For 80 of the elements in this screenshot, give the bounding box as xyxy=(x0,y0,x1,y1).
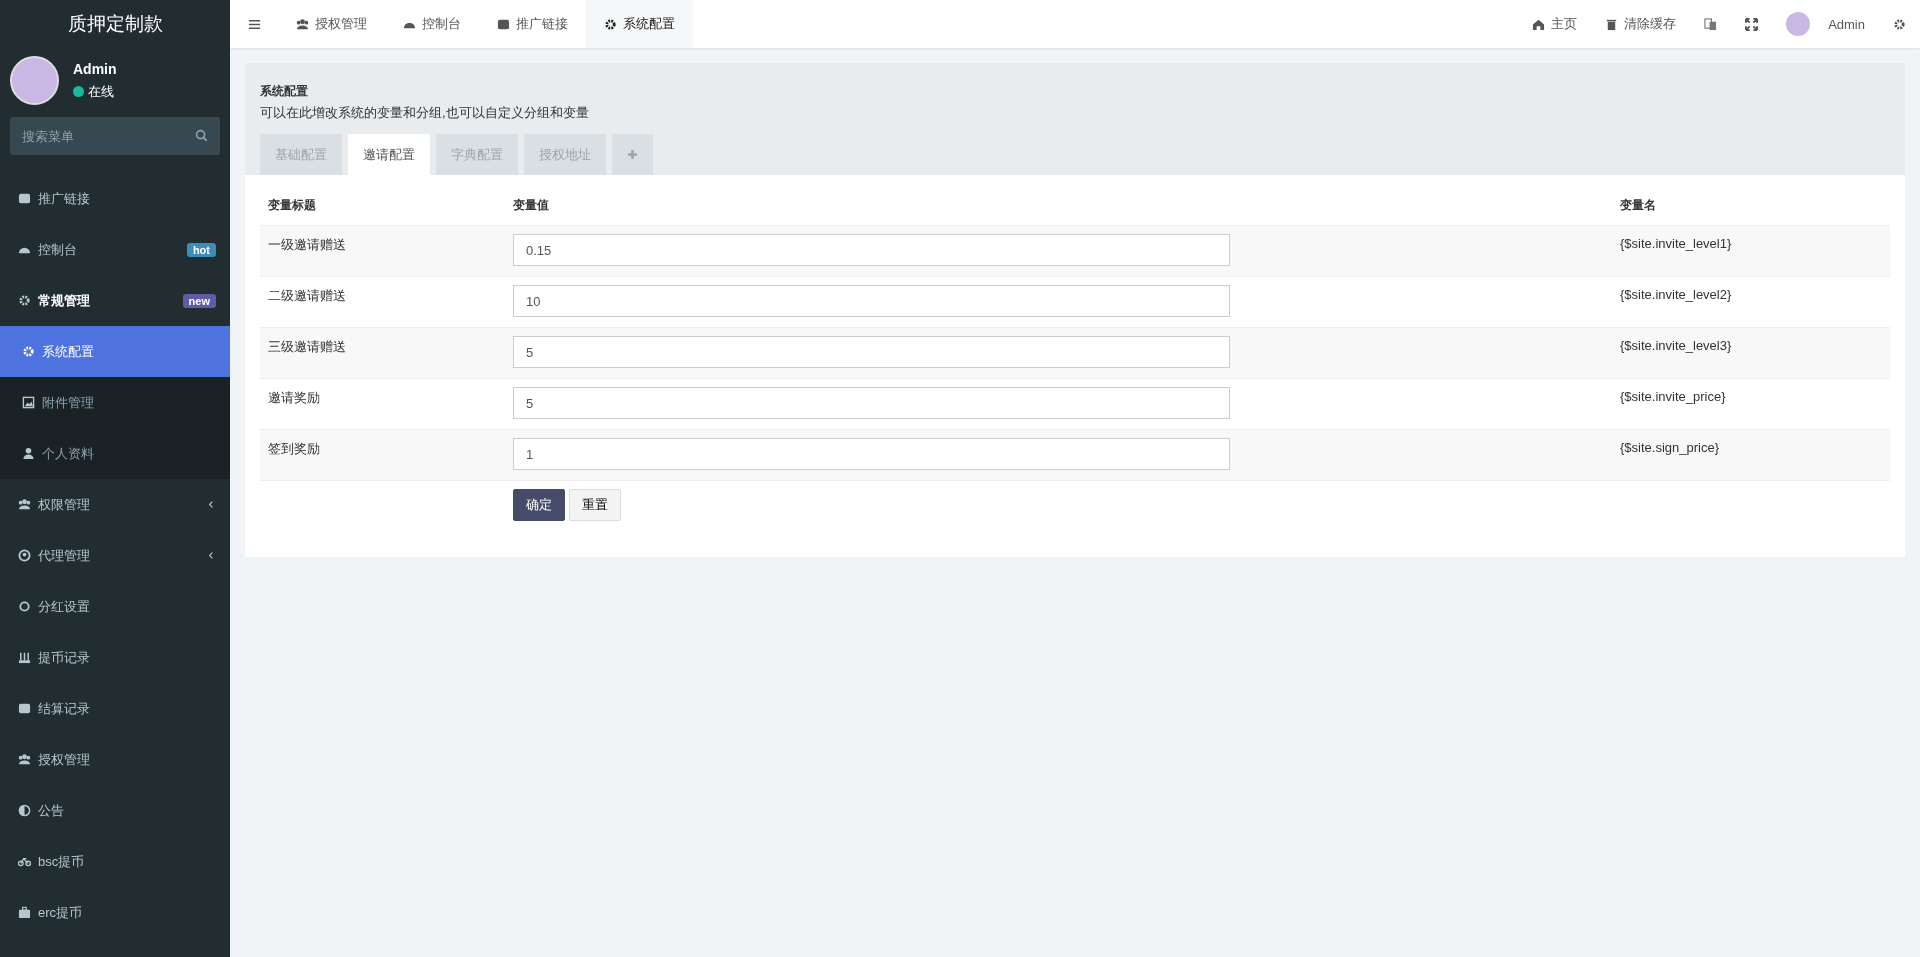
home-link[interactable]: 主页 xyxy=(1518,15,1592,33)
sidebar-item[interactable]: 系统配置 xyxy=(0,326,230,377)
value-field[interactable]: 0.15 xyxy=(513,234,1230,266)
avatar[interactable] xyxy=(1786,12,1811,36)
card-icon xyxy=(497,17,510,31)
user-circle-icon xyxy=(18,549,31,562)
fullscreen-icon xyxy=(1745,17,1759,31)
user-icon xyxy=(22,447,35,460)
nav-tab[interactable]: 授权管理 xyxy=(278,0,385,48)
avatar xyxy=(10,56,59,105)
sidebar-item[interactable]: 推广链接 xyxy=(0,173,230,224)
add-tab-button[interactable] xyxy=(612,134,653,175)
sidebar-item[interactable]: erc提币 xyxy=(0,887,230,938)
variable-title: 一级邀请赠送 xyxy=(268,236,347,254)
sidebar-item[interactable]: 附件管理 xyxy=(0,377,230,428)
gear-icon xyxy=(604,17,617,31)
panel-title: 系统配置 xyxy=(260,83,309,100)
sidebar-item[interactable]: 结算记录 xyxy=(0,683,230,734)
half-icon xyxy=(18,804,31,817)
sidebar-item[interactable]: 权限管理 xyxy=(0,479,230,530)
column-header: 变量值 xyxy=(513,196,550,214)
value-field[interactable]: 5 xyxy=(513,336,1230,368)
variable-title: 邀请奖励 xyxy=(268,389,321,407)
column-header: 变量标题 xyxy=(268,196,317,214)
clear-cache-link[interactable]: 清除缓存 xyxy=(1591,15,1691,33)
bars-icon xyxy=(18,651,31,664)
home-icon xyxy=(1532,17,1546,31)
brand-title: 质押定制款 xyxy=(66,12,164,36)
users-icon xyxy=(18,498,31,511)
variable-title: 签到奖励 xyxy=(268,440,321,458)
user-status: 在线 xyxy=(88,82,114,101)
variable-title: 三级邀请赠送 xyxy=(268,338,347,356)
trash-icon xyxy=(1605,17,1619,31)
menu-badge: hot xyxy=(186,242,216,257)
nav-tab[interactable]: 推广链接 xyxy=(479,0,586,48)
search-field[interactable]: 搜索菜单 xyxy=(10,117,220,155)
sidebar-item[interactable]: 提币记录 xyxy=(0,632,230,683)
sidebar-item[interactable]: 常规管理 new xyxy=(0,275,230,326)
reset-button[interactable]: 重置 xyxy=(569,489,621,521)
ring-icon xyxy=(18,600,31,613)
config-tab[interactable]: 邀请配置 xyxy=(348,134,430,175)
variable-name: {$site.invite_level2} xyxy=(1619,286,1733,302)
user-menu[interactable]: Admin xyxy=(1814,16,1879,32)
gear-icon xyxy=(1893,17,1906,31)
card-icon xyxy=(18,702,31,715)
variable-name: {$site.invite_level3} xyxy=(1619,337,1733,353)
image-icon xyxy=(22,396,35,409)
sidebar-item[interactable]: 分红设置 xyxy=(0,581,230,632)
variable-name: {$site.invite_level1} xyxy=(1619,235,1733,251)
variable-name: {$site.invite_price} xyxy=(1619,388,1727,404)
users-icon xyxy=(18,753,31,766)
variable-name: {$site.sign_price} xyxy=(1619,439,1720,455)
value-field[interactable]: 1 xyxy=(513,438,1230,470)
case-icon xyxy=(18,906,31,919)
panel-description: 可以在此增改系统的变量和分组,也可以自定义分组和变量 xyxy=(260,104,590,122)
sidebar-item[interactable]: 个人资料 xyxy=(0,428,230,479)
variable-title: 二级邀请赠送 xyxy=(268,287,347,305)
plus-icon xyxy=(627,149,638,160)
sidebar-item[interactable]: 公告 xyxy=(0,785,230,836)
nav-tab[interactable]: 系统配置 xyxy=(586,0,693,48)
user-name: Admin xyxy=(73,60,117,77)
sidebar-item[interactable]: 控制台 hot xyxy=(0,224,230,275)
search-icon xyxy=(195,129,208,142)
card-icon xyxy=(18,192,31,205)
sidebar-item[interactable]: bsc提币 xyxy=(0,836,230,887)
gear-icon xyxy=(22,345,35,358)
gear-icon xyxy=(18,294,31,307)
menu-badge: new xyxy=(182,293,216,308)
column-header: 变量名 xyxy=(1619,196,1657,214)
value-field[interactable]: 5 xyxy=(513,387,1230,419)
bike-icon xyxy=(18,855,31,868)
sidebar-item[interactable]: 授权管理 xyxy=(0,734,230,785)
translate-icon xyxy=(1704,17,1718,31)
online-dot-icon xyxy=(73,86,84,97)
confirm-button[interactable]: 确定 xyxy=(513,489,565,521)
users-icon xyxy=(296,17,309,31)
sidebar-item[interactable]: 代理管理 xyxy=(0,530,230,581)
nav-tab[interactable]: 控制台 xyxy=(385,0,479,48)
value-field[interactable]: 10 xyxy=(513,285,1230,317)
menu-icon xyxy=(247,17,261,31)
